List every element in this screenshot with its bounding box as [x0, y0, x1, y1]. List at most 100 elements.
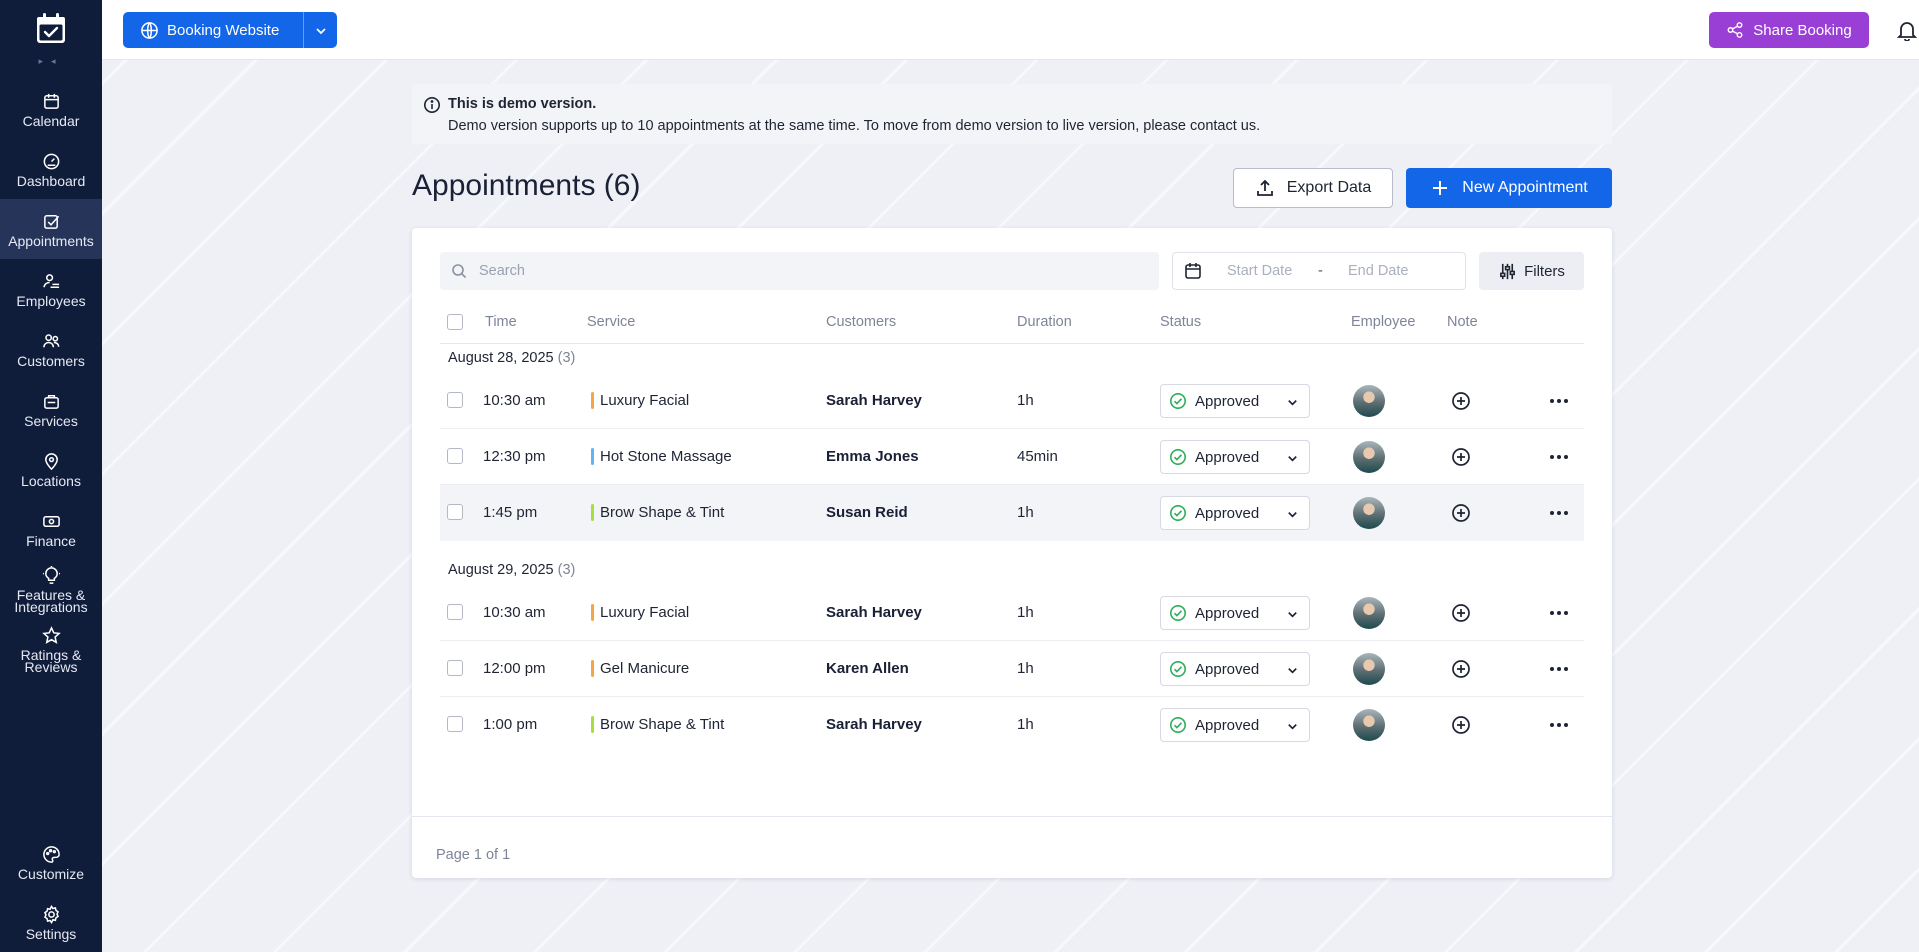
demo-notice: This is demo version. Demo version suppo…: [412, 84, 1612, 144]
sidebar-item-ratings-reviews[interactable]: Ratings & Reviews: [0, 619, 102, 679]
check-circle-icon: [1170, 505, 1186, 521]
sidebar-item-employees[interactable]: Employees: [0, 259, 102, 319]
add-note-icon[interactable]: [1450, 602, 1472, 624]
column-header-note[interactable]: Note: [1447, 314, 1478, 330]
button-divider: [303, 12, 304, 48]
row-checkbox[interactable]: [447, 392, 463, 408]
booking-website-button[interactable]: Booking Website: [123, 12, 337, 48]
sidebar-item-label: Customers: [17, 352, 85, 369]
customer-name[interactable]: Sarah Harvey: [826, 604, 922, 621]
appointment-time: 10:30 am: [483, 604, 546, 621]
column-header-service[interactable]: Service: [587, 314, 635, 330]
column-header-customers[interactable]: Customers: [826, 314, 896, 330]
search-box[interactable]: [440, 252, 1159, 290]
status-dropdown[interactable]: Approved: [1160, 652, 1310, 686]
add-note-icon[interactable]: [1450, 502, 1472, 524]
customer-name[interactable]: Sarah Harvey: [826, 716, 922, 733]
employees-icon: [42, 273, 59, 288]
more-options-icon[interactable]: [1548, 502, 1570, 524]
row-checkbox[interactable]: [447, 660, 463, 676]
status-dropdown[interactable]: Approved: [1160, 384, 1310, 418]
new-appointment-label: New Appointment: [1462, 179, 1588, 196]
sidebar-item-finance[interactable]: Finance: [0, 499, 102, 559]
sidebar-item-services[interactable]: Services: [0, 379, 102, 439]
service-color-bar: [591, 392, 594, 409]
column-header-time[interactable]: Time: [485, 314, 517, 330]
sidebar-item-settings[interactable]: Settings: [0, 892, 102, 952]
column-header-duration[interactable]: Duration: [1017, 314, 1072, 330]
calendar-logo-icon[interactable]: [34, 12, 68, 46]
employee-avatar[interactable]: [1353, 497, 1385, 529]
employee-avatar[interactable]: [1353, 385, 1385, 417]
filters-button[interactable]: Filters: [1479, 252, 1584, 290]
table-row[interactable]: 12:30 pm Hot Stone Massage Emma Jones 45…: [440, 429, 1584, 485]
sidebar-item-customers[interactable]: Customers: [0, 319, 102, 379]
table-row[interactable]: 10:30 am Luxury Facial Sarah Harvey 1h A…: [440, 585, 1584, 641]
employee-avatar[interactable]: [1353, 653, 1385, 685]
status-label: Approved: [1195, 716, 1260, 734]
customer-name[interactable]: Karen Allen: [826, 660, 909, 677]
more-options-icon[interactable]: [1548, 602, 1570, 624]
status-dropdown[interactable]: Approved: [1160, 496, 1310, 530]
chevron-down-icon[interactable]: [314, 24, 328, 38]
row-checkbox[interactable]: [447, 504, 463, 520]
group-date: August 29, 2025: [448, 562, 554, 578]
sidebar-item-calendar[interactable]: Calendar: [0, 79, 102, 139]
appointments-card: Start Date - End Date Filters Time Servi…: [412, 228, 1612, 878]
search-input[interactable]: [479, 263, 1139, 279]
gear-icon: [43, 904, 59, 924]
employee-avatar[interactable]: [1353, 709, 1385, 741]
sidebar-item-label: Employees: [16, 292, 86, 309]
column-header-employee[interactable]: Employee: [1351, 314, 1415, 330]
date-range-picker[interactable]: Start Date - End Date: [1172, 252, 1466, 290]
sliders-icon: [1500, 263, 1516, 279]
export-data-button[interactable]: Export Data: [1233, 168, 1393, 208]
sidebar-item-label: Customize: [17, 865, 85, 882]
date-separator: -: [1318, 263, 1323, 279]
table-row[interactable]: 10:30 am Luxury Facial Sarah Harvey 1h A…: [440, 373, 1584, 429]
end-date-field[interactable]: End Date: [1348, 263, 1408, 279]
add-note-icon[interactable]: [1450, 658, 1472, 680]
bell-icon[interactable]: [1896, 19, 1918, 41]
customer-name[interactable]: Sarah Harvey: [826, 392, 922, 409]
new-appointment-button[interactable]: New Appointment: [1406, 168, 1612, 208]
add-note-icon[interactable]: [1450, 714, 1472, 736]
status-dropdown[interactable]: Approved: [1160, 596, 1310, 630]
service-color-bar: [591, 448, 594, 465]
sidebar-item-locations[interactable]: Locations: [0, 439, 102, 499]
start-date-field[interactable]: Start Date: [1227, 263, 1292, 279]
collapse-arrows-icon[interactable]: ▸◂: [38, 56, 63, 67]
sidebar-item-appointments[interactable]: Appointments: [0, 199, 102, 259]
employee-avatar[interactable]: [1353, 441, 1385, 473]
add-note-icon[interactable]: [1450, 446, 1472, 468]
sidebar-item-customize[interactable]: Customize: [0, 832, 102, 892]
more-options-icon[interactable]: [1548, 714, 1570, 736]
filters-label: Filters: [1524, 262, 1565, 280]
customer-name[interactable]: Emma Jones: [826, 448, 919, 465]
check-circle-icon: [1170, 717, 1186, 733]
chevron-down-icon: [1288, 456, 1297, 462]
table-row[interactable]: 1:45 pm Brow Shape & Tint Susan Reid 1h …: [440, 485, 1584, 541]
table-row[interactable]: 12:00 pm Gel Manicure Karen Allen 1h App…: [440, 641, 1584, 697]
sidebar-item-features-integrations[interactable]: Features & Integrations: [0, 559, 102, 619]
table-row[interactable]: 1:00 pm Brow Shape & Tint Sarah Harvey 1…: [440, 697, 1584, 753]
status-label: Approved: [1195, 660, 1260, 678]
pin-icon: [44, 452, 58, 470]
more-options-icon[interactable]: [1548, 446, 1570, 468]
status-dropdown[interactable]: Approved: [1160, 708, 1310, 742]
row-checkbox[interactable]: [447, 448, 463, 464]
select-all-checkbox[interactable]: [447, 314, 463, 330]
employee-avatar[interactable]: [1353, 597, 1385, 629]
sidebar-item-dashboard[interactable]: Dashboard: [0, 139, 102, 199]
share-booking-button[interactable]: Share Booking: [1709, 12, 1869, 48]
more-options-icon[interactable]: [1548, 658, 1570, 680]
notice-title: This is demo version.: [448, 96, 597, 112]
more-options-icon[interactable]: [1548, 390, 1570, 412]
customer-name[interactable]: Susan Reid: [826, 504, 908, 521]
row-checkbox[interactable]: [447, 604, 463, 620]
status-dropdown[interactable]: Approved: [1160, 440, 1310, 474]
row-checkbox[interactable]: [447, 716, 463, 732]
column-header-status[interactable]: Status: [1160, 314, 1201, 330]
add-note-icon[interactable]: [1450, 390, 1472, 412]
page-title: Appointments (6): [412, 169, 641, 202]
